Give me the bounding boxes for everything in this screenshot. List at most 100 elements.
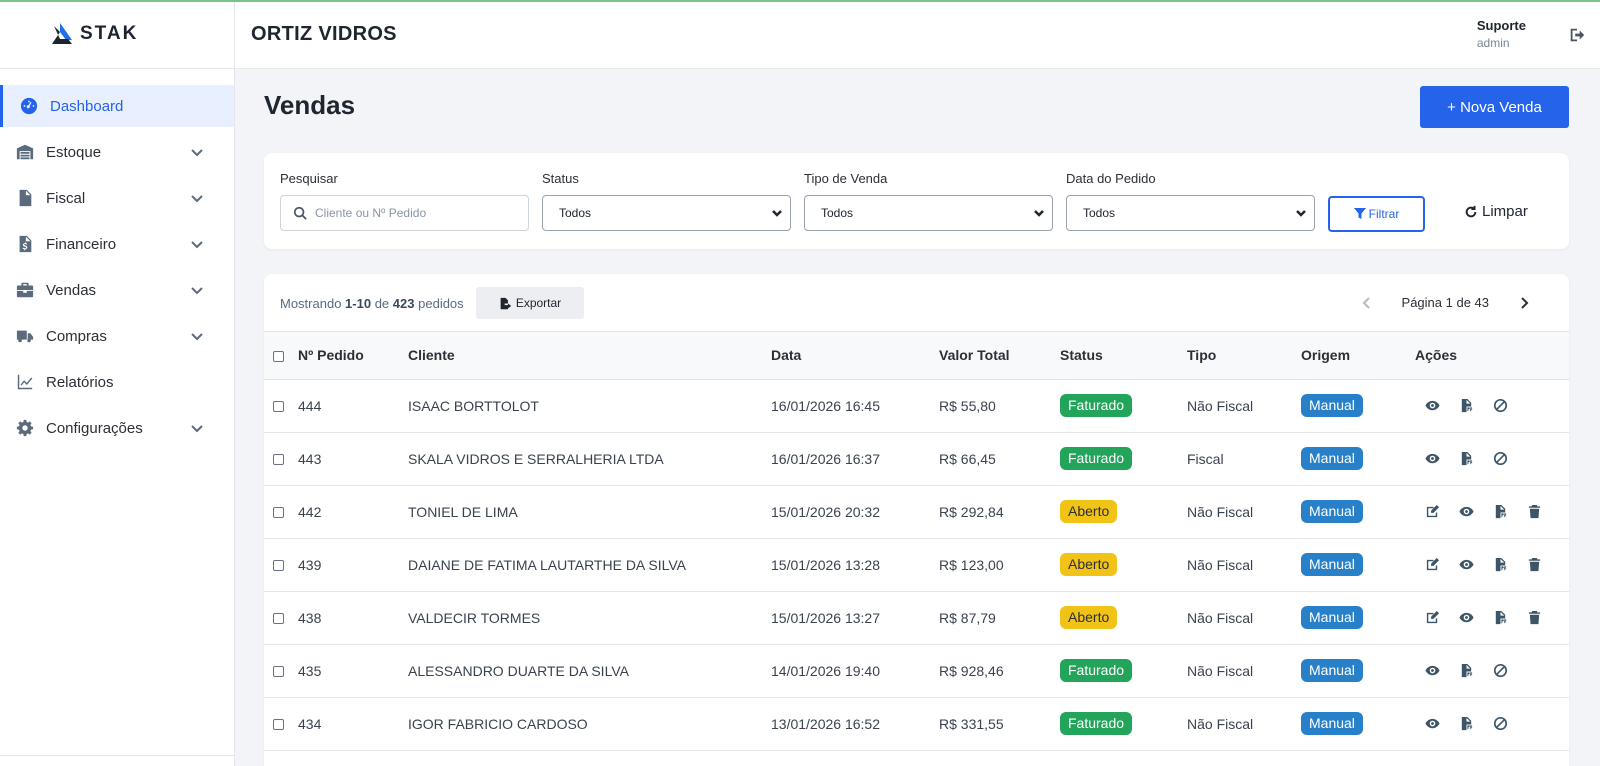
table-row[interactable]: 444 ISAAC BORTTOLOT 16/01/2026 16:45 R$ 55,… [264,379,1569,433]
order-number[interactable]: 438 [298,591,408,645]
row-actions [1415,610,1569,625]
pdf-icon[interactable] [1483,557,1517,572]
order-number[interactable]: 442 [298,485,408,539]
sidebar-item-dashboard[interactable]: Dashboard [0,85,234,127]
pdf-icon[interactable] [1449,663,1483,678]
order-date: 13/01/2026 16:52 [771,697,939,751]
filter-button[interactable]: Filtrar [1328,196,1425,232]
order-type: Não Fiscal [1187,591,1301,645]
user-info[interactable]: Suporte admin [1477,18,1526,50]
row-checkbox[interactable] [273,666,284,678]
column-header[interactable]: Cliente [408,332,771,380]
new-sale-button[interactable]: + Nova Venda [1420,86,1569,128]
order-type: Não Fiscal [1187,485,1301,539]
sidebar-item-estoque[interactable]: Estoque [0,131,234,173]
search-group: Pesquisar Cliente ou Nº Pedido [280,171,529,231]
search-input[interactable]: Cliente ou Nº Pedido [280,195,529,231]
pdf-icon[interactable] [1483,504,1517,519]
table-row[interactable]: 439 DAIANE DE FATIMA LAUTARTHE DA SILVA 15… [264,538,1569,592]
view-icon[interactable] [1449,504,1483,519]
row-checkbox[interactable] [273,507,284,519]
cancel-icon[interactable] [1483,663,1517,678]
table-row[interactable]: 438 VALDECIR TORMES 15/01/2026 13:27 R$ 87,… [264,591,1569,645]
row-checkbox[interactable] [273,613,284,625]
sidebar-item-relatorios[interactable]: Relatórios [0,361,234,403]
row-actions [1415,451,1569,466]
row-checkbox[interactable] [273,719,284,731]
status-badge: Aberto [1060,553,1118,576]
column-header[interactable]: Nº Pedido [298,332,408,380]
logout-icon[interactable] [1568,26,1586,44]
table-row[interactable]: 442 TONIEL DE LIMA 15/01/2026 20:32 R$ 292,… [264,485,1569,539]
order-number[interactable]: 435 [298,644,408,698]
sidebar-item-financeiro[interactable]: Financeiro [0,223,234,265]
column-header[interactable]: Origem [1301,332,1415,380]
column-header[interactable]: Data [771,332,939,380]
pdf-icon[interactable] [1449,716,1483,731]
pdf-icon[interactable] [1449,398,1483,413]
trash-icon[interactable] [1517,504,1551,519]
select-all-checkbox[interactable] [273,351,284,363]
client-name: DAIANE DE FATIMA LAUTARTHE DA SILVA [408,538,771,592]
sidebar-item-fiscal[interactable]: Fiscal [0,177,234,219]
next-page-icon[interactable] [1517,296,1531,310]
filter-button-label: Filtrar [1368,207,1400,221]
chevron-down-icon [190,191,204,205]
client-name: VALDECIR TORMES [408,591,771,645]
chevron-down-icon [1296,210,1306,217]
sidebar-item-configuracoes[interactable]: Configurações [0,407,234,449]
order-number[interactable]: 443 [298,432,408,486]
view-icon[interactable] [1415,663,1449,678]
order-total: R$ 928,46 [939,644,1060,698]
view-icon[interactable] [1449,557,1483,572]
brand-logo[interactable]: STAK [0,0,234,69]
sidebar: STAK Dashboard Estoque Fiscal Financeiro… [0,0,235,766]
clear-button[interactable]: Limpar [1464,203,1528,220]
status-select[interactable]: Todos [542,195,791,231]
date-select[interactable]: Todos [1066,195,1315,231]
cancel-icon[interactable] [1483,716,1517,731]
trash-icon[interactable] [1517,557,1551,572]
row-checkbox[interactable] [273,454,284,466]
chevron-down-icon [190,421,204,435]
column-header[interactable]: Status [1060,332,1187,380]
sidebar-item-compras[interactable]: Compras [0,315,234,357]
pdf-icon[interactable] [1449,451,1483,466]
table-row[interactable]: 435 ALESSANDRO DUARTE DA SILVA 14/01/2026 … [264,644,1569,698]
table-row[interactable]: 443 SKALA VIDROS E SERRALHERIA LTDA 16/01/… [264,432,1569,486]
row-checkbox[interactable] [273,560,284,572]
prev-page-icon[interactable] [1360,296,1374,310]
column-header[interactable]: Tipo [1187,332,1301,380]
type-label: Tipo de Venda [804,171,888,186]
view-icon[interactable] [1449,610,1483,625]
view-icon[interactable] [1415,716,1449,731]
edit-icon[interactable] [1415,504,1449,519]
view-icon[interactable] [1415,398,1449,413]
order-number[interactable]: 444 [298,379,408,433]
order-total: R$ 123,00 [939,538,1060,592]
edit-icon[interactable] [1415,557,1449,572]
row-checkbox[interactable] [273,401,284,413]
edit-icon[interactable] [1415,610,1449,625]
dollar-file-icon [16,235,34,253]
cancel-icon[interactable] [1483,451,1517,466]
row-actions [1415,663,1569,678]
column-header[interactable]: Valor Total [939,332,1060,380]
order-type: Não Fiscal [1187,697,1301,751]
order-date: 16/01/2026 16:45 [771,379,939,433]
sidebar-item-vendas[interactable]: Vendas [0,269,234,311]
table-row[interactable]: 434 IGOR FABRICIO CARDOSO 13/01/2026 16:52… [264,697,1569,751]
status-badge: Faturado [1060,712,1133,735]
type-select[interactable]: Todos [804,195,1053,231]
cancel-icon[interactable] [1483,398,1517,413]
pdf-icon[interactable] [1483,610,1517,625]
chevron-down-icon [190,145,204,159]
trash-icon[interactable] [1517,610,1551,625]
export-button[interactable]: Exportar [476,287,584,319]
order-number[interactable]: 434 [298,697,408,751]
sidebar-item-label: Configurações [46,419,143,437]
order-number[interactable]: 439 [298,538,408,592]
view-icon[interactable] [1415,451,1449,466]
summary-range: 1-10 [345,296,372,311]
chart-line-icon [16,373,34,391]
